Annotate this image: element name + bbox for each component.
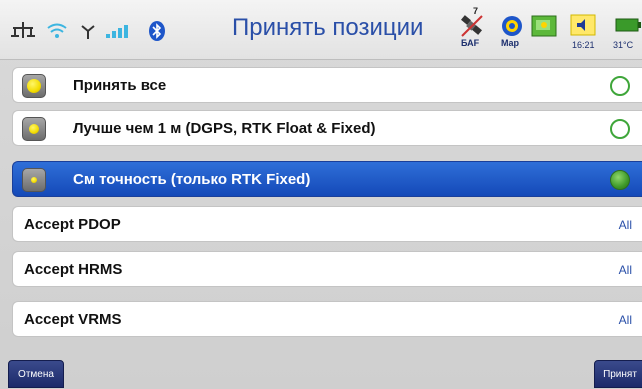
radio-button[interactable] (610, 119, 630, 139)
option-label: Принять все (73, 77, 167, 94)
option-better-than-1m[interactable]: Лучше чем 1 м (DGPS, RTK Float & Fixed) (12, 110, 642, 146)
satellite-icon[interactable] (458, 14, 486, 38)
satellite-label: БАF (461, 38, 480, 48)
clock: 16:21 (572, 40, 595, 50)
temperature: 31°C (613, 40, 634, 50)
option-label: См точность (только RTK Fixed) (73, 171, 311, 188)
cancel-button[interactable]: Отмена (8, 360, 64, 388)
accuracy-indicator-icon (22, 117, 46, 141)
setting-label: Accept HRMS (24, 261, 123, 278)
setting-label: Accept VRMS (24, 311, 122, 328)
status-bar: Принять позиции 7 БАF Map 16:21 31°C (0, 0, 642, 60)
map-label: Map (501, 38, 519, 48)
setting-accept-vrms[interactable]: Accept VRMS All (12, 301, 642, 337)
setting-label: Accept PDOP (24, 216, 121, 233)
setting-accept-hrms[interactable]: Accept HRMS All (12, 251, 642, 287)
battery-icon[interactable] (614, 16, 642, 34)
setting-accept-pdop[interactable]: Accept PDOP All (12, 206, 642, 242)
option-label: Лучше чем 1 м (DGPS, RTK Float & Fixed) (73, 120, 376, 137)
network-icon[interactable] (10, 20, 36, 40)
setting-value: All (618, 313, 632, 327)
antenna-icon[interactable] (80, 24, 96, 40)
option-accept-all[interactable]: Принять все (12, 67, 642, 103)
bluetooth-icon[interactable] (147, 20, 167, 42)
accuracy-indicator-icon (22, 74, 46, 98)
setting-value: All (618, 263, 632, 277)
option-cm-accuracy[interactable]: См точность (только RTK Fixed) (12, 161, 642, 197)
screen-icon[interactable] (530, 14, 558, 38)
map-icon[interactable] (500, 14, 524, 38)
radio-button[interactable] (610, 170, 630, 190)
radio-button[interactable] (610, 76, 630, 96)
accept-button[interactable]: Принят (594, 360, 642, 388)
speaker-icon[interactable] (570, 14, 596, 36)
accuracy-indicator-icon (22, 168, 46, 192)
setting-value: All (618, 218, 632, 232)
page-title: Принять позиции (232, 14, 424, 41)
signal-strength-icon[interactable] (104, 22, 134, 40)
wifi-icon[interactable] (46, 22, 68, 40)
